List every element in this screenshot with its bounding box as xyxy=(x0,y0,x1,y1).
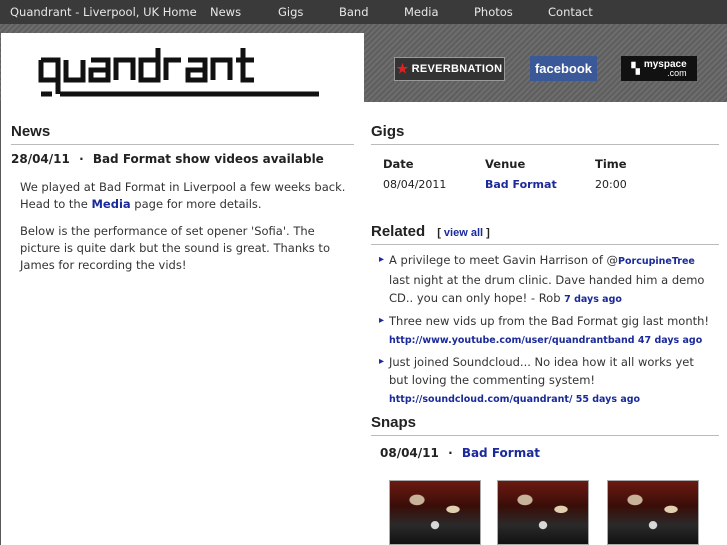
quandrant-logo[interactable] xyxy=(38,46,322,98)
view-all-link[interactable]: view all xyxy=(444,227,483,239)
facebook-label: facebook xyxy=(534,61,593,76)
top-nav: Quandrant - Liverpool, UK Home News Gigs… xyxy=(0,0,727,24)
gigs-heading: Gigs xyxy=(371,123,405,140)
snaps-heading: Snaps xyxy=(371,414,417,431)
star-icon: ★ xyxy=(396,61,409,76)
related-text: Just joined Soundcloud... No idea how it… xyxy=(389,355,694,387)
snaps-item-header: 08/04/11 · Bad Format xyxy=(380,446,540,460)
news-heading: News xyxy=(11,123,51,140)
nav-contact-link[interactable]: Contact xyxy=(548,5,593,19)
bracket-open: [ xyxy=(437,227,441,239)
gigs-table-header: Date Venue Time xyxy=(383,157,703,178)
news-item-header: 28/04/11 · Bad Format show videos availa… xyxy=(11,152,324,166)
gigs-divider xyxy=(371,144,719,145)
news-column: News 28/04/11 · Bad Format show videos a… xyxy=(1,102,363,545)
related-text: Three new vids up from the Bad Format gi… xyxy=(389,314,710,328)
related-header: Related [ view all ] xyxy=(371,223,490,240)
reverbnation-button[interactable]: ★ REVERBNATION xyxy=(394,57,505,81)
nav-photos-link[interactable]: Photos xyxy=(474,5,513,19)
related-time: 47 days ago xyxy=(634,335,703,346)
related-text-after: last night at the drum clinic. Dave hand… xyxy=(389,273,705,305)
news-p1-text-after: page for more details. xyxy=(130,197,262,211)
snaps-date: 08/04/11 xyxy=(380,446,439,460)
news-divider xyxy=(11,144,354,145)
news-headline: Bad Format show videos available xyxy=(92,152,324,166)
gig-date: 08/04/2011 xyxy=(383,178,447,191)
related-text: A privilege to meet Gavin Harrison of @ xyxy=(389,253,619,267)
news-separator: · xyxy=(79,152,84,166)
news-date: 28/04/11 xyxy=(11,152,70,166)
table-row: 08/04/2011 Bad Format 20:00 xyxy=(383,178,703,199)
snaps-venue-link[interactable]: Bad Format xyxy=(462,446,540,460)
gigs-col-date: Date xyxy=(383,157,414,171)
related-list: A privilege to meet Gavin Harrison of @P… xyxy=(379,251,709,412)
related-time: 55 days ago xyxy=(572,394,641,405)
myspace-button[interactable]: ▚ myspace .com xyxy=(621,56,697,81)
related-url-link[interactable]: http://www.youtube.com/user/quandrantban… xyxy=(389,335,635,346)
bracket-close: ] xyxy=(486,227,490,239)
snap-thumbnail-1[interactable] xyxy=(389,480,481,545)
nav-band-link[interactable]: Band xyxy=(339,5,369,19)
nav-media-link[interactable]: Media xyxy=(404,5,439,19)
related-url-link[interactable]: http://soundcloud.com/quandrant/ xyxy=(389,394,572,405)
snaps-divider xyxy=(371,435,719,436)
related-heading: Related xyxy=(371,223,426,240)
myspace-people-icon: ▚ xyxy=(631,63,640,75)
list-item: Three new vids up from the Bad Format gi… xyxy=(379,312,709,350)
nav-gigs-link[interactable]: Gigs xyxy=(278,5,303,19)
news-paragraph-2: Below is the performance of set opener '… xyxy=(20,224,330,272)
media-page-link[interactable]: Media xyxy=(91,197,130,211)
myspace-dotcom: .com xyxy=(667,67,687,78)
gigs-table: Date Venue Time 08/04/2011 Bad Format 20… xyxy=(383,157,703,199)
list-item: A privilege to meet Gavin Harrison of @P… xyxy=(379,251,709,309)
gig-venue-link[interactable]: Bad Format xyxy=(485,178,557,191)
gig-time: 20:00 xyxy=(595,178,627,191)
news-body: We played at Bad Format in Liverpool a f… xyxy=(20,179,350,284)
view-all-wrapper: [ view all ] xyxy=(437,227,490,239)
snap-thumbnail-3[interactable] xyxy=(607,480,699,545)
nav-home-link[interactable]: Quandrant - Liverpool, UK Home xyxy=(10,5,197,19)
nav-news-link[interactable]: News xyxy=(210,5,241,19)
related-divider xyxy=(371,244,719,245)
snap-thumbnail-2[interactable] xyxy=(497,480,589,545)
snaps-separator: · xyxy=(448,446,453,460)
list-item: Just joined Soundcloud... No idea how it… xyxy=(379,353,709,409)
gigs-col-venue: Venue xyxy=(485,157,526,171)
related-time: 7 days ago xyxy=(564,294,622,305)
facebook-button[interactable]: facebook xyxy=(530,56,597,81)
mention-link[interactable]: PorcupineTree xyxy=(618,256,695,267)
news-paragraph-1: We played at Bad Format in Liverpool a f… xyxy=(20,179,350,213)
sidebar-column: Gigs Date Venue Time 08/04/2011 Bad Form… xyxy=(364,102,727,545)
gigs-col-time: Time xyxy=(595,157,627,171)
reverbnation-label: REVERBNATION xyxy=(411,63,503,75)
